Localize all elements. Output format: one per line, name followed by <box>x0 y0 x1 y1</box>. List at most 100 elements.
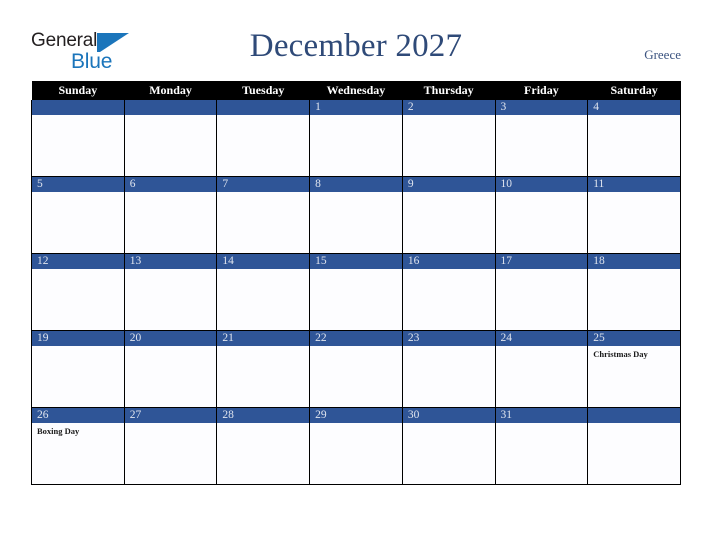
calendar-day-cell[interactable]: 2 <box>401 100 496 177</box>
day-cell-inner: 10 <box>495 177 588 253</box>
calendar-day-cell[interactable]: 23 <box>401 330 496 408</box>
day-number: 9 <box>402 177 495 192</box>
calendar-day-cell[interactable]: 31 <box>494 407 589 485</box>
calendar-day-cell[interactable]: 11 <box>587 176 681 254</box>
calendar-grid: Sunday Monday Tuesday Wednesday Thursday… <box>31 81 681 485</box>
calendar-day-cell[interactable]: 18 <box>587 253 681 331</box>
day-events <box>495 269 588 330</box>
calendar-day-cell[interactable]: 22 <box>309 330 403 408</box>
calendar-day-cell[interactable]: 30 <box>401 407 496 485</box>
day-cell-inner: 11 <box>588 177 680 253</box>
day-number: 1 <box>310 100 402 115</box>
weekday-header-monday: Monday <box>124 81 217 100</box>
day-events <box>495 192 588 253</box>
day-number: 20 <box>124 331 217 346</box>
day-cell-inner: 17 <box>495 254 588 330</box>
day-cell-inner: 27 <box>124 408 217 484</box>
weekday-header-sunday: Sunday <box>31 81 125 100</box>
calendar-day-cell[interactable]: 7 <box>216 176 311 254</box>
day-cell-inner <box>588 408 680 484</box>
day-cell-inner: 29 <box>310 408 402 484</box>
calendar-day-cell[interactable]: 8 <box>309 176 403 254</box>
calendar-day-cell[interactable]: 3 <box>494 100 589 177</box>
calendar-day-cell[interactable]: 9 <box>401 176 496 254</box>
calendar-day-cell[interactable]: 28 <box>216 407 311 485</box>
day-cell-inner: 21 <box>217 331 310 407</box>
day-events <box>310 423 402 484</box>
day-events <box>32 115 124 176</box>
calendar-day-cell[interactable]: 5 <box>31 176 125 254</box>
calendar-day-cell[interactable]: 19 <box>31 330 125 408</box>
calendar-day-cell[interactable]: 16 <box>401 253 496 331</box>
day-events <box>310 115 402 176</box>
day-cell-inner: 9 <box>402 177 495 253</box>
day-cell-inner: 18 <box>588 254 680 330</box>
day-cell-inner <box>217 100 310 176</box>
weekday-header-thursday: Thursday <box>402 81 496 100</box>
calendar-week-row: 5 6 7 8 9 10 11 <box>31 176 681 254</box>
day-number: 10 <box>495 177 588 192</box>
day-events <box>124 192 217 253</box>
calendar-day-cell[interactable]: 4 <box>587 100 681 177</box>
day-events <box>124 269 217 330</box>
calendar-day-cell[interactable]: 14 <box>216 253 311 331</box>
day-events <box>402 423 495 484</box>
calendar-day-cell[interactable]: 27 <box>123 407 218 485</box>
calendar-day-cell[interactable]: 20 <box>123 330 218 408</box>
weekday-header-wednesday: Wednesday <box>309 81 403 100</box>
weekday-header-row: Sunday Monday Tuesday Wednesday Thursday… <box>31 81 681 100</box>
calendar-week-row: 1234 <box>31 100 681 177</box>
day-number: 29 <box>310 408 402 423</box>
weekday-header-saturday: Saturday <box>587 81 681 100</box>
calendar-day-cell[interactable] <box>31 100 125 177</box>
calendar-day-cell[interactable] <box>587 407 681 485</box>
day-cell-inner: 26 Boxing Day <box>32 408 124 484</box>
day-number: 2 <box>402 100 495 115</box>
calendar-day-cell[interactable]: 26 Boxing Day <box>31 407 125 485</box>
page-header: General Blue December 2027 Greece <box>0 0 712 80</box>
calendar-day-cell[interactable]: 1 <box>309 100 403 177</box>
day-number: 24 <box>495 331 588 346</box>
day-number <box>124 100 217 115</box>
calendar-day-cell[interactable]: 17 <box>494 253 589 331</box>
weekday-header-tuesday: Tuesday <box>216 81 310 100</box>
day-events <box>310 192 402 253</box>
day-cell-inner: 1 <box>310 100 402 176</box>
day-cell-inner: 28 <box>217 408 310 484</box>
calendar-day-cell[interactable]: 6 <box>123 176 218 254</box>
day-number: 27 <box>124 408 217 423</box>
day-cell-inner: 30 <box>402 408 495 484</box>
holiday-label: Christmas Day <box>593 349 648 359</box>
day-cell-inner: 25 Christmas Day <box>588 331 680 407</box>
day-number: 4 <box>588 100 680 115</box>
day-cell-inner: 7 <box>217 177 310 253</box>
page-title: December 2027 <box>249 28 463 64</box>
day-number <box>588 408 680 423</box>
calendar-day-cell[interactable] <box>216 100 311 177</box>
calendar-day-cell[interactable]: 12 <box>31 253 125 331</box>
day-cell-inner <box>124 100 217 176</box>
calendar-day-cell[interactable]: 29 <box>309 407 403 485</box>
day-cell-inner: 15 <box>310 254 402 330</box>
day-events <box>310 346 402 407</box>
calendar-day-cell[interactable]: 21 <box>216 330 311 408</box>
calendar-day-cell[interactable]: 13 <box>123 253 218 331</box>
day-number: 11 <box>588 177 680 192</box>
day-cell-inner: 4 <box>588 100 680 176</box>
day-number: 12 <box>32 254 124 269</box>
day-number: 18 <box>588 254 680 269</box>
calendar-day-cell[interactable]: 15 <box>309 253 403 331</box>
calendar-week-row: 19 20 21 22 23 24 25 Christmas Day <box>31 330 681 408</box>
day-number: 8 <box>310 177 402 192</box>
calendar-day-cell[interactable]: 24 <box>494 330 589 408</box>
calendar-day-cell[interactable]: 10 <box>494 176 589 254</box>
day-events <box>32 269 124 330</box>
calendar-day-cell[interactable] <box>123 100 218 177</box>
day-events <box>402 192 495 253</box>
day-events <box>217 192 310 253</box>
day-events <box>402 269 495 330</box>
day-number: 7 <box>217 177 310 192</box>
day-events <box>124 115 217 176</box>
calendar-day-cell[interactable]: 25 Christmas Day <box>587 330 681 408</box>
day-number: 14 <box>217 254 310 269</box>
